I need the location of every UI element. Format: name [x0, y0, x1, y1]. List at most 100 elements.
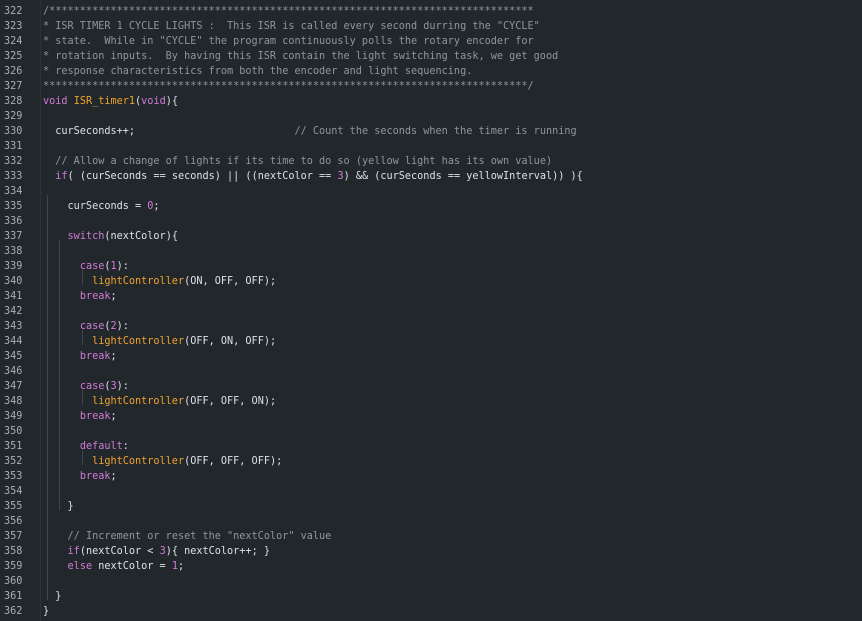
line-number: 350 [4, 426, 23, 437]
line-number: 347 [4, 381, 23, 392]
code-text[interactable]: } [43, 589, 61, 604]
code-token: switch [67, 231, 105, 242]
code-line[interactable]: 328 void ISR_timer1(void){ [0, 94, 862, 109]
code-line[interactable]: 360 [0, 574, 862, 589]
code-text[interactable]: default: [43, 439, 129, 454]
code-token: if [55, 171, 68, 182]
code-text[interactable]: /***************************************… [43, 4, 534, 19]
code-text[interactable]: break; [43, 469, 117, 484]
code-line[interactable]: 322 /************************************… [0, 4, 862, 19]
code-token: lightController [92, 336, 185, 347]
code-line[interactable]: 346 [0, 364, 862, 379]
code-line[interactable]: 339 case(1): [0, 259, 862, 274]
code-text[interactable]: // Allow a change of lights if its time … [43, 154, 552, 169]
code-text[interactable]: case(2): [43, 319, 129, 334]
code-text[interactable]: curSeconds++; // Count the seconds when … [43, 124, 576, 139]
code-text[interactable]: lightController(ON, OFF, OFF); [43, 274, 276, 289]
code-token: (OFF, OFF, ON); [184, 396, 277, 407]
code-token: break [79, 291, 111, 302]
code-text[interactable]: } [43, 604, 49, 619]
code-token: lightController [92, 276, 185, 287]
line-number: 346 [4, 366, 23, 377]
line-number: 354 [4, 486, 23, 497]
code-text[interactable]: break; [43, 289, 117, 304]
code-line[interactable]: 353 break; [0, 469, 862, 484]
code-text[interactable]: break; [43, 409, 117, 424]
code-line[interactable]: 324 * state. While in "CYCLE" the program… [0, 34, 862, 49]
line-number: 360 [4, 576, 23, 587]
code-line[interactable]: 338 [0, 244, 862, 259]
code-text[interactable]: lightController(OFF, ON, OFF); [43, 334, 276, 349]
code-line[interactable]: 323 * ISR TIMER 1 CYCLE LIGHTS : This ISR… [0, 19, 862, 34]
code-line[interactable]: 348 lightController(OFF, OFF, ON); [0, 394, 862, 409]
code-line[interactable]: 350 [0, 424, 862, 439]
code-line[interactable]: 327 *************************************… [0, 79, 862, 94]
code-text[interactable]: * state. While in "CYCLE" the program co… [43, 34, 534, 49]
code-text[interactable]: curSeconds = 0; [43, 199, 160, 214]
code-token: ) && (curSeconds == yellowInterval)) ){ [343, 171, 583, 182]
code-text[interactable]: else nextColor = 1; [43, 559, 185, 574]
code-text[interactable]: if( (curSeconds == seconds) || ((nextCol… [43, 169, 583, 184]
code-token: ; [110, 411, 117, 422]
code-token: curSeconds++; [43, 126, 295, 137]
code-line[interactable]: 355 } [0, 499, 862, 514]
code-text[interactable]: * rotation inputs. By having this ISR co… [43, 49, 558, 64]
code-line[interactable]: 347 case(3): [0, 379, 862, 394]
code-token: ****************************************… [43, 81, 534, 92]
line-number: 322 [4, 6, 23, 17]
line-number: 324 [4, 36, 23, 47]
code-line[interactable]: 325 * rotation inputs. By having this ISR… [0, 49, 862, 64]
code-text[interactable]: void ISR_timer1(void){ [43, 94, 178, 109]
code-line[interactable]: 329 [0, 109, 862, 124]
code-text[interactable]: } [43, 499, 74, 514]
code-line[interactable]: 342 [0, 304, 862, 319]
code-line[interactable]: 362} [0, 604, 862, 619]
code-token: ; [110, 291, 117, 302]
code-text[interactable]: * ISR TIMER 1 CYCLE LIGHTS : This ISR is… [43, 19, 540, 34]
code-editor[interactable]: 322 /************************************… [0, 0, 862, 621]
code-text[interactable]: switch(nextColor){ [43, 229, 178, 244]
code-text[interactable]: if(nextColor < 3){ nextColor++; } [43, 544, 270, 559]
code-line[interactable]: 337 switch(nextColor){ [0, 229, 862, 244]
code-token: void [43, 96, 68, 107]
code-line[interactable]: 326 * response characteristics from both … [0, 64, 862, 79]
code-line[interactable]: 336 [0, 214, 862, 229]
code-line[interactable]: 361 } [0, 589, 862, 604]
code-line[interactable]: 354 [0, 484, 862, 499]
code-line[interactable]: 334 [0, 184, 862, 199]
code-line[interactable]: 332 // Allow a change of lights if its t… [0, 154, 862, 169]
code-text[interactable]: lightController(OFF, OFF, OFF); [43, 454, 282, 469]
line-number: 342 [4, 306, 23, 317]
code-line[interactable]: 351 default: [0, 439, 862, 454]
line-number: 336 [4, 216, 23, 227]
code-token: ( (curSeconds == seconds) || ((nextColor… [67, 171, 338, 182]
code-token: * rotation inputs. By having this ISR co… [43, 51, 559, 62]
code-line[interactable]: 352 lightController(OFF, OFF, OFF); [0, 454, 862, 469]
code-text[interactable]: // Increment or reset the "nextColor" va… [43, 529, 332, 544]
code-line[interactable]: 333 if( (curSeconds == seconds) || ((nex… [0, 169, 862, 184]
code-token: ; [153, 201, 160, 212]
code-token: case [79, 261, 105, 272]
code-line[interactable]: 349 break; [0, 409, 862, 424]
code-line[interactable]: 341 break; [0, 289, 862, 304]
code-line[interactable]: 357 // Increment or reset the "nextColor… [0, 529, 862, 544]
code-line[interactable]: 340 lightController(ON, OFF, OFF); [0, 274, 862, 289]
code-text[interactable]: ****************************************… [43, 79, 534, 94]
line-number: 353 [4, 471, 23, 482]
code-line[interactable]: 343 case(2): [0, 319, 862, 334]
code-text[interactable]: break; [43, 349, 117, 364]
code-line[interactable]: 359 else nextColor = 1; [0, 559, 862, 574]
code-text[interactable]: case(1): [43, 259, 129, 274]
code-text[interactable]: case(3): [43, 379, 129, 394]
code-text[interactable]: * response characteristics from both the… [43, 64, 472, 79]
code-line[interactable]: 331 [0, 139, 862, 154]
code-line[interactable]: 345 break; [0, 349, 862, 364]
code-text[interactable]: lightController(OFF, OFF, ON); [43, 394, 276, 409]
code-line[interactable]: 330 curSeconds++; // Count the seconds w… [0, 124, 862, 139]
code-line[interactable]: 344 lightController(OFF, ON, OFF); [0, 334, 862, 349]
code-line[interactable]: 358 if(nextColor < 3){ nextColor++; } [0, 544, 862, 559]
code-line[interactable]: 356 [0, 514, 862, 529]
code-line[interactable]: 335 curSeconds = 0; [0, 199, 862, 214]
